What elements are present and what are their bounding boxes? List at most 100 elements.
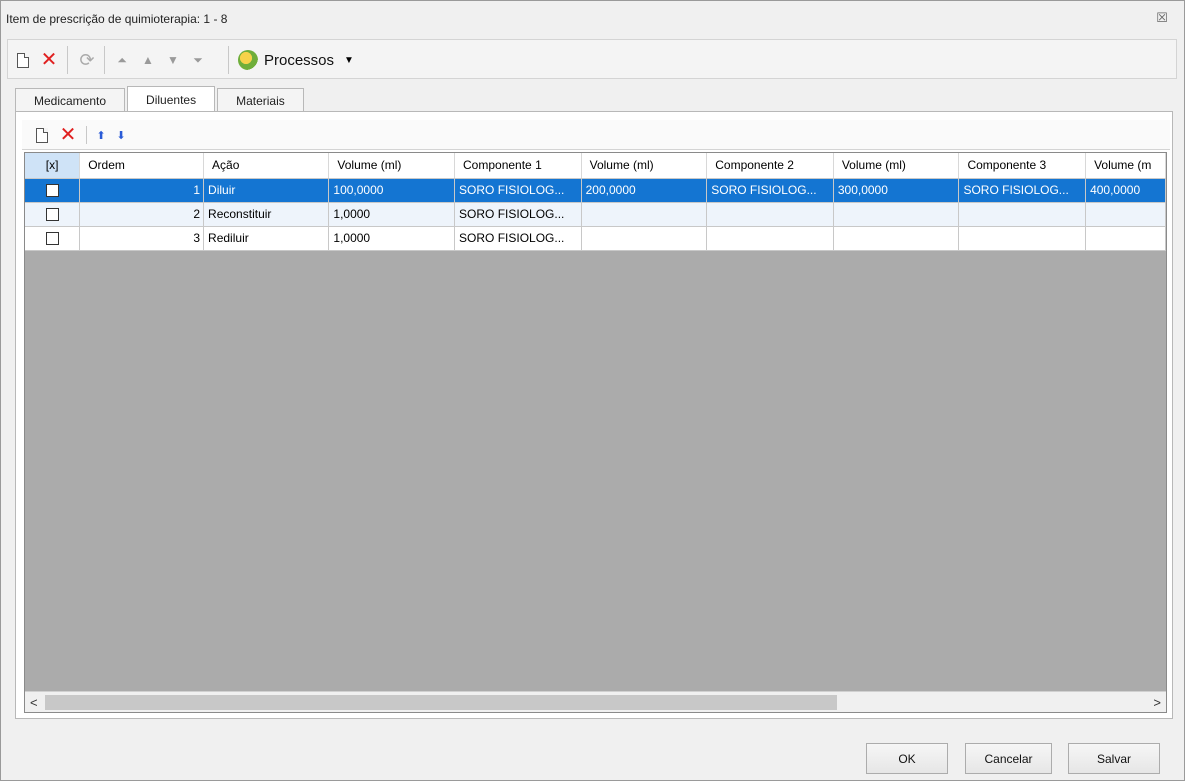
processes-label: Processos	[264, 51, 335, 69]
delete-icon: ✕	[40, 49, 58, 71]
tab-medicamento[interactable]: Medicamento	[15, 88, 126, 112]
main-toolbar: ✕ ⟳ ⏶ ▲ ▼ ⏷ Processos ▼	[7, 39, 1177, 79]
cell-volume-2[interactable]	[581, 202, 708, 227]
table-row[interactable]: 3 Rediluir 1,0000 SORO FISIOLOG...	[25, 226, 1166, 251]
move-last-button[interactable]: ⏷	[188, 48, 208, 72]
cell-volume-3[interactable]	[833, 202, 960, 227]
move-up-button[interactable]: ▲	[138, 48, 158, 72]
cell-ordem[interactable]: 2	[79, 202, 205, 227]
column-header-componente-1[interactable]: Componente 1	[454, 153, 582, 179]
cell-componente-1[interactable]: SORO FISIOLOG...	[454, 226, 582, 251]
chevron-down-icon: ▼	[344, 54, 354, 66]
move-up-icon: ▲	[142, 53, 154, 67]
column-header-volume-3[interactable]: Volume (ml)	[833, 153, 960, 179]
move-first-button[interactable]: ⏶	[112, 48, 132, 72]
arrow-up-icon: ⬆	[96, 129, 106, 142]
row-checkbox[interactable]	[45, 208, 59, 222]
cell-ordem[interactable]: 3	[79, 226, 205, 251]
window-title: Item de prescrição de quimioterapia: 1 -…	[6, 12, 228, 26]
new-document-icon	[36, 127, 48, 143]
table-row[interactable]: 2 Reconstituir 1,0000 SORO FISIOLOG...	[25, 202, 1166, 227]
toolbar-separator	[228, 46, 229, 74]
cell-componente-2[interactable]	[706, 226, 834, 251]
grid-toolbar: ✕ ⬆ ⬇	[22, 120, 1170, 150]
cell-volume-3[interactable]: 300,0000	[833, 178, 960, 203]
cell-acao[interactable]: Reconstituir	[203, 202, 330, 227]
move-down-button[interactable]: ▼	[163, 48, 183, 72]
cell-volume-4[interactable]	[1085, 202, 1166, 227]
cell-volume-2[interactable]: 200,0000	[581, 178, 708, 203]
diluentes-panel: ✕ ⬆ ⬇ [x] Ordem Ação Volume (ml) Compone…	[15, 111, 1173, 719]
cell-componente-3[interactable]	[958, 202, 1087, 227]
processes-icon	[238, 50, 258, 70]
delete-button[interactable]: ✕	[38, 48, 60, 72]
tab-label: Diluentes	[146, 92, 197, 107]
cell-volume-4[interactable]: 400,0000	[1085, 178, 1166, 203]
row-checkbox-cell[interactable]	[25, 178, 81, 203]
dialog-window: Item de prescrição de quimioterapia: 1 -…	[0, 0, 1185, 781]
scroll-left-icon[interactable]: <	[30, 695, 38, 710]
delete-row-button[interactable]: ✕	[58, 123, 78, 147]
cancel-button[interactable]: Cancelar	[965, 743, 1052, 774]
table-row[interactable]: 1 Diluir 100,0000 SORO FISIOLOG... 200,0…	[25, 178, 1166, 203]
row-down-button[interactable]: ⬇	[114, 126, 128, 144]
delete-icon: ✕	[59, 124, 77, 146]
ok-button[interactable]: OK	[866, 743, 948, 774]
cell-componente-2[interactable]	[706, 202, 834, 227]
cell-componente-2[interactable]: SORO FISIOLOG...	[706, 178, 834, 203]
cell-componente-1[interactable]: SORO FISIOLOG...	[454, 202, 582, 227]
save-button[interactable]: Salvar	[1068, 743, 1160, 774]
cell-volume-2[interactable]	[581, 226, 708, 251]
close-icon[interactable]: ☒	[1154, 10, 1170, 26]
tab-diluentes[interactable]: Diluentes	[127, 86, 216, 112]
row-checkbox-cell[interactable]	[25, 226, 81, 251]
refresh-icon: ⟳	[79, 50, 95, 70]
cell-volume-1[interactable]: 1,0000	[328, 202, 456, 227]
cell-volume-4[interactable]	[1085, 226, 1166, 251]
move-last-icon: ⏷	[193, 53, 203, 67]
column-header-volume-2[interactable]: Volume (ml)	[581, 153, 708, 179]
move-first-icon: ⏶	[117, 53, 127, 67]
cell-volume-1[interactable]: 100,0000	[328, 178, 456, 203]
refresh-button[interactable]: ⟳	[76, 48, 98, 72]
tab-label: Materiais	[236, 93, 285, 108]
cell-componente-1[interactable]: SORO FISIOLOG...	[454, 178, 582, 203]
table-header-row: [x] Ordem Ação Volume (ml) Componente 1 …	[25, 153, 1166, 179]
column-header-volume-4[interactable]: Volume (m	[1085, 153, 1166, 179]
toolbar-separator	[86, 126, 87, 144]
toolbar-separator	[104, 46, 105, 74]
toolbar-separator	[67, 46, 68, 74]
column-header-volume-1[interactable]: Volume (ml)	[328, 153, 456, 179]
row-checkbox-cell[interactable]	[25, 202, 81, 227]
cell-componente-3[interactable]: SORO FISIOLOG...	[958, 178, 1087, 203]
new-button[interactable]	[14, 48, 32, 72]
cell-volume-3[interactable]	[833, 226, 960, 251]
horizontal-scrollbar[interactable]: < >	[25, 691, 1166, 712]
move-down-icon: ▼	[167, 53, 179, 67]
column-header-componente-3[interactable]: Componente 3	[958, 153, 1087, 179]
row-up-button[interactable]: ⬆	[94, 126, 108, 144]
row-checkbox[interactable]	[45, 232, 59, 246]
cell-acao[interactable]: Diluir	[203, 178, 330, 203]
processes-dropdown[interactable]: Processos ▼	[238, 48, 373, 72]
tab-strip: Medicamento Diluentes Materiais	[15, 86, 306, 112]
title-bar: Item de prescrição de quimioterapia: 1 -…	[1, 1, 1184, 36]
cell-componente-3[interactable]	[958, 226, 1087, 251]
new-document-icon	[17, 52, 29, 68]
row-checkbox[interactable]	[45, 184, 59, 198]
diluentes-table: [x] Ordem Ação Volume (ml) Componente 1 …	[25, 153, 1166, 251]
arrow-down-icon: ⬇	[116, 129, 126, 142]
tab-label: Medicamento	[34, 93, 107, 108]
tab-materiais[interactable]: Materiais	[217, 88, 304, 112]
column-header-componente-2[interactable]: Componente 2	[706, 153, 834, 179]
scrollbar-thumb[interactable]	[45, 695, 837, 710]
add-row-button[interactable]	[34, 126, 50, 144]
column-header-ordem[interactable]: Ordem	[79, 153, 205, 179]
scroll-right-icon[interactable]: >	[1153, 695, 1161, 710]
column-header-acao[interactable]: Ação	[203, 153, 330, 179]
cell-volume-1[interactable]: 1,0000	[328, 226, 456, 251]
cell-ordem[interactable]: 1	[79, 178, 205, 203]
cell-acao[interactable]: Rediluir	[203, 226, 330, 251]
diluentes-grid: [x] Ordem Ação Volume (ml) Componente 1 …	[24, 152, 1167, 713]
column-header-select[interactable]: [x]	[25, 153, 81, 179]
